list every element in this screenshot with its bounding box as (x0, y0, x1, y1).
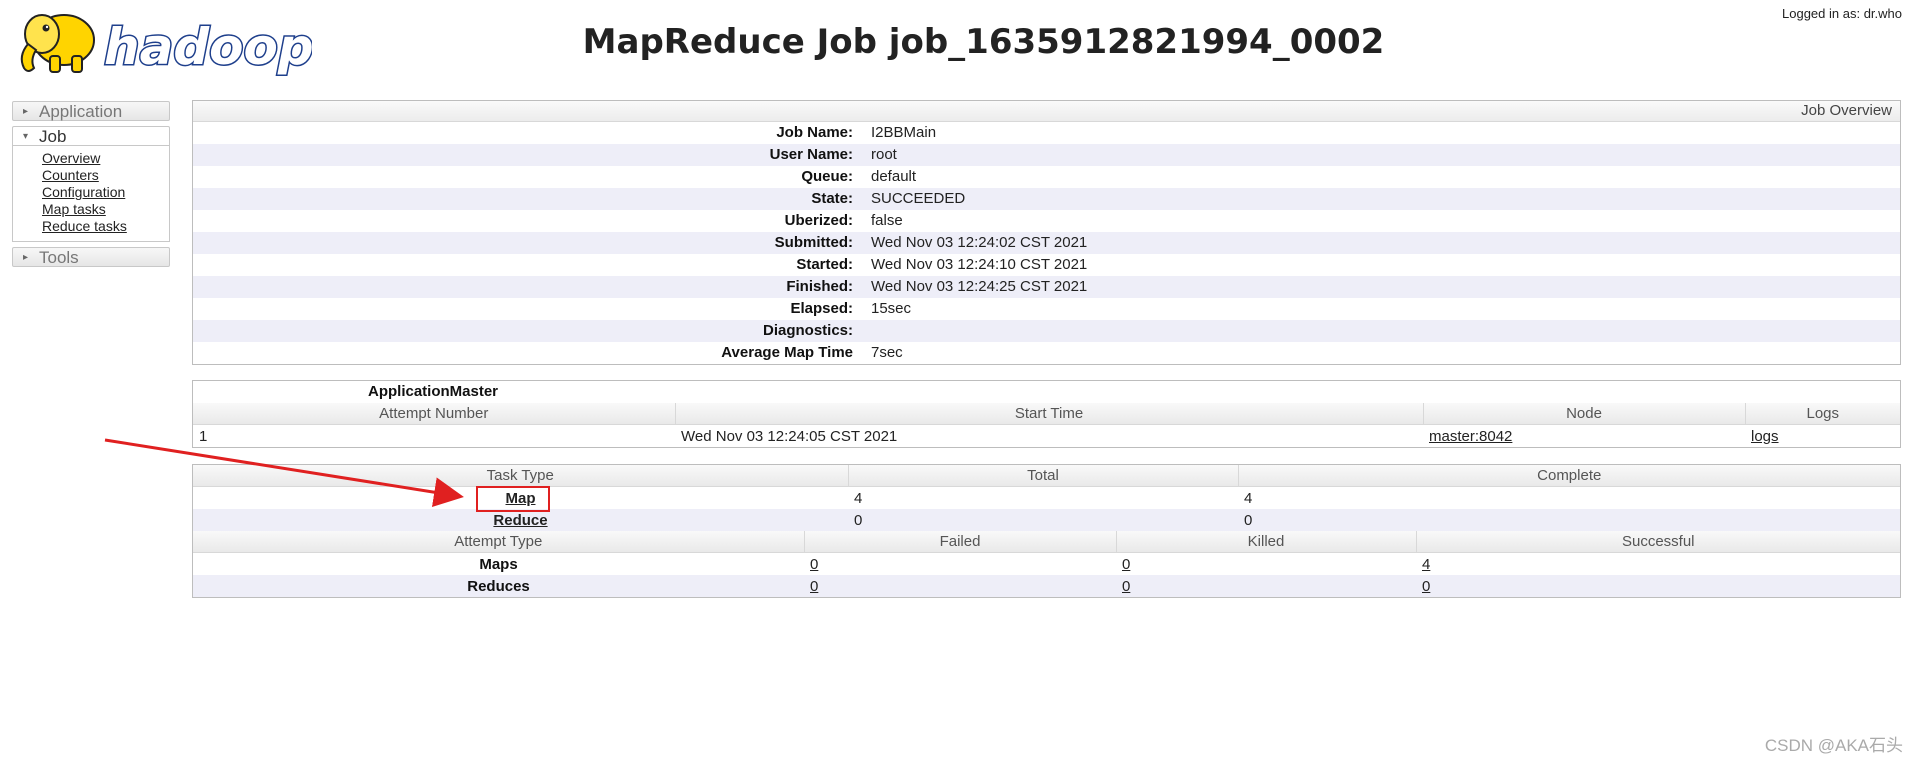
overview-row: State: SUCCEEDED (193, 188, 1900, 210)
overview-label: Average Map Time (721, 344, 853, 361)
watermark: CSDN @AKA石头 (1764, 736, 1903, 755)
task-total: 0 (848, 509, 1238, 531)
failed-count-link[interactable]: 0 (810, 578, 818, 595)
sidebar-item-tools[interactable]: ▸ Tools (12, 247, 170, 267)
application-master-table: Attempt Number Start Time Node Logs 1 We… (193, 403, 1900, 447)
overview-label: Submitted: (774, 234, 853, 251)
killed-count-link[interactable]: 0 (1122, 556, 1130, 573)
column-header: Task Type (193, 465, 849, 487)
column-header: Start Time (674, 403, 1424, 425)
node-link[interactable]: master:8042 (1429, 428, 1512, 445)
task-type-table: Task Type Total Complete Map 4 4 Reduce … (193, 465, 1900, 531)
table-row: Maps 0 0 4 (193, 553, 1900, 576)
column-header: Attempt Number (193, 403, 676, 425)
overview-label: Queue: (801, 168, 853, 185)
overview-label: Finished: (786, 278, 853, 295)
column-header: Attempt Type (193, 531, 805, 553)
login-status: Logged in as: dr.who (1782, 6, 1902, 21)
application-master-panel: ApplicationMaster Attempt Number Start T… (192, 380, 1901, 448)
table-row: 1 Wed Nov 03 12:24:05 CST 2021 master:80… (193, 425, 1900, 448)
attempt-type: Reduces (193, 575, 804, 597)
successful-count-link[interactable]: 4 (1422, 556, 1430, 573)
overview-value: Wed Nov 03 12:24:02 CST 2021 (871, 234, 1088, 251)
logs-link[interactable]: logs (1751, 428, 1779, 445)
nav-link-configuration[interactable]: Configuration (42, 184, 169, 201)
overview-row: User Name: root (193, 144, 1900, 166)
overview-value: Wed Nov 03 12:24:10 CST 2021 (871, 256, 1088, 273)
overview-row: Diagnostics: (193, 320, 1900, 342)
sidebar-nav: ▸ Application ▾ Job Overview Counters Co… (12, 101, 170, 272)
sidebar-item-label: Tools (39, 248, 79, 267)
overview-label: User Name: (769, 146, 853, 163)
sidebar-item-label: Job (39, 127, 67, 146)
overview-value (863, 320, 871, 342)
failed-count-link[interactable]: 0 (810, 556, 818, 573)
column-header: Complete (1237, 465, 1900, 487)
overview-row: Started: Wed Nov 03 12:24:10 CST 2021 (193, 254, 1900, 276)
overview-value: default (871, 168, 917, 185)
successful-count-link[interactable]: 0 (1422, 578, 1430, 595)
caret-down-icon: ▾ (23, 131, 29, 142)
overview-row: Submitted: Wed Nov 03 12:24:02 CST 2021 (193, 232, 1900, 254)
overview-row: Job Name: I2BBMain (193, 122, 1900, 144)
sidebar-item-label: Application (39, 102, 123, 121)
table-row: Map 4 4 (193, 487, 1900, 510)
column-header: Successful (1415, 531, 1900, 553)
overview-label: State: (811, 190, 853, 207)
caret-right-icon: ▸ (23, 252, 29, 263)
overview-label: Job Name: (776, 124, 853, 141)
page-title: MapReduce Job job_1635912821994_0002 (582, 22, 1385, 62)
overview-value: I2BBMain (871, 124, 937, 141)
task-summary-panel: Task Type Total Complete Map 4 4 Reduce … (192, 464, 1901, 598)
overview-value: 7sec (871, 344, 903, 361)
nav-link-overview[interactable]: Overview (42, 150, 169, 167)
overview-label: Diagnostics: (762, 322, 853, 339)
overview-row: Queue: default (193, 166, 1900, 188)
overview-label: Started: (796, 256, 853, 273)
job-submenu: Overview Counters Configuration Map task… (12, 146, 170, 242)
attempt-number: 1 (199, 427, 208, 445)
caret-right-icon: ▸ (23, 106, 29, 117)
task-type-reduce-link[interactable]: Reduce (493, 512, 547, 529)
task-complete: 0 (1238, 509, 1900, 531)
column-header: Killed (1115, 531, 1417, 553)
overview-row: Finished: Wed Nov 03 12:24:25 CST 2021 (193, 276, 1900, 298)
job-overview-caption: Job Overview (193, 101, 1900, 122)
overview-label: Elapsed: (790, 300, 853, 317)
killed-count-link[interactable]: 0 (1122, 578, 1130, 595)
column-header: Node (1422, 403, 1746, 425)
attempt-type-table: Attempt Type Failed Killed Successful Ma… (193, 531, 1900, 597)
nav-link-map-tasks[interactable]: Map tasks (42, 201, 169, 218)
overview-value: false (871, 212, 903, 229)
overview-label: Uberized: (784, 212, 853, 229)
overview-value: 15sec (871, 300, 912, 317)
annotation-highlight-box (476, 486, 550, 512)
overview-value: SUCCEEDED (871, 190, 966, 207)
attempt-start-time: Wed Nov 03 12:24:05 CST 2021 (681, 427, 898, 445)
table-row: Reduce 0 0 (193, 509, 1900, 531)
task-total: 4 (854, 489, 863, 507)
column-header: Logs (1744, 403, 1900, 425)
task-complete: 4 (1244, 489, 1253, 507)
sidebar-item-application[interactable]: ▸ Application (12, 101, 170, 121)
overview-row: Elapsed: 15sec (193, 298, 1900, 320)
application-master-title: ApplicationMaster (368, 383, 499, 400)
table-row: Reduces 0 0 0 (193, 575, 1900, 597)
column-header: Failed (803, 531, 1117, 553)
job-overview-panel: Job Overview Job Name: I2BBMain User Name… (192, 100, 1901, 365)
overview-value: Wed Nov 03 12:24:25 CST 2021 (871, 278, 1088, 295)
overview-value: root (871, 146, 897, 163)
attempt-type: Maps (479, 555, 518, 573)
column-header: Total (847, 465, 1239, 487)
sidebar-item-job[interactable]: ▾ Job (12, 126, 170, 146)
overview-row: Average Map Time 7sec (193, 342, 1900, 364)
nav-link-reduce-tasks[interactable]: Reduce tasks (42, 218, 169, 235)
overview-row: Uberized: false (193, 210, 1900, 232)
nav-link-counters[interactable]: Counters (42, 167, 169, 184)
